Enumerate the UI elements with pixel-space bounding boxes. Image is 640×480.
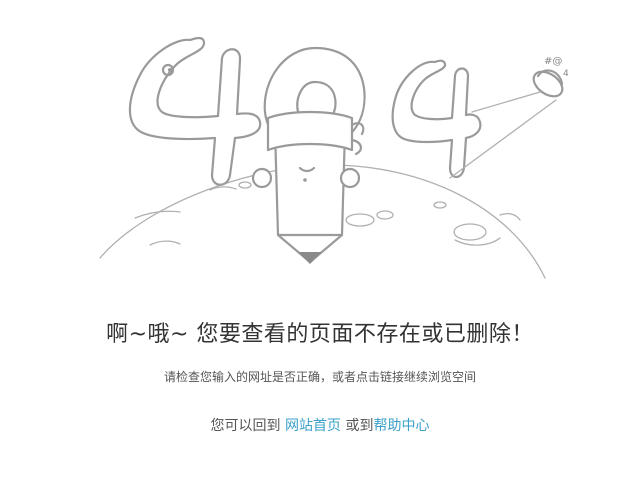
home-link[interactable]: 网站首页 [285, 418, 341, 434]
404-illustration: #@ 4 [99, 36, 569, 279]
links-prefix: 您可以回到 [210, 418, 281, 434]
error-headline: 啊~哦~ 您要查看的页面不存在或已删除！ [106, 322, 534, 347]
error-404-page: #@ 4 啊~哦~ 您要查看的页面不存在或已删除！ 请检查您输入的网址是否正确，… [0, 0, 640, 480]
navigation-links: 您可以回到 网站首页 或到帮助中心 [0, 415, 640, 435]
ufo-symbol-four: 4 [563, 69, 569, 79]
pencil-character [251, 110, 365, 264]
digit-four-right [391, 59, 482, 179]
ufo-symbols: #@ [544, 56, 562, 67]
help-center-link[interactable]: 帮助中心 [373, 418, 429, 434]
links-middle: 或到 [345, 418, 374, 434]
error-subline: 请检查您输入的网址是否正确，或者点击链接继续浏览空间 [163, 370, 476, 384]
digit-four-left [128, 36, 262, 186]
